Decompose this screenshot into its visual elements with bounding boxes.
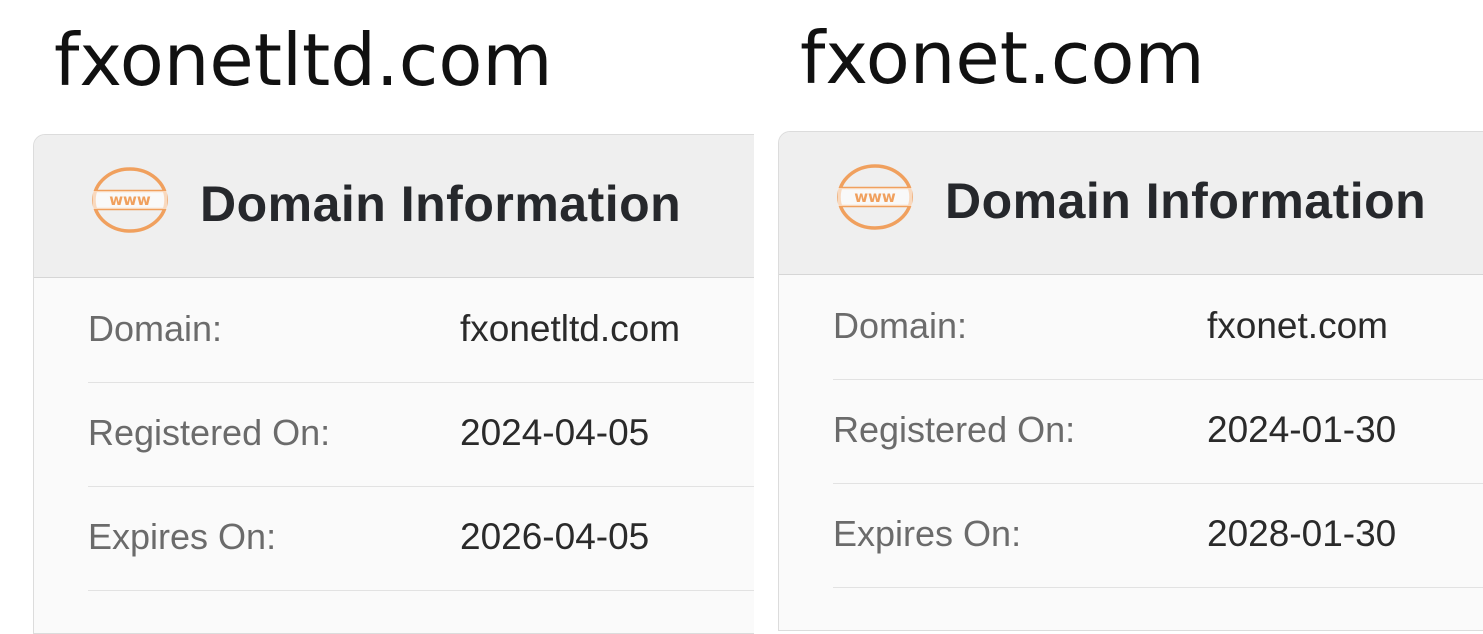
info-row-expires-on: Expires On: 2028-01-30 <box>833 483 1483 588</box>
www-icon: www <box>92 167 168 233</box>
domain-heading-right: fxonet.com <box>800 16 1205 100</box>
row-label: Registered On: <box>88 412 331 453</box>
svg-text:www: www <box>854 188 896 206</box>
row-label: Domain: <box>833 305 968 346</box>
card-title: Domain Information <box>945 173 1427 229</box>
row-value: fxonet.com <box>1207 305 1388 346</box>
info-row-domain: Domain: fxonetltd.com <box>88 278 754 383</box>
row-label: Domain: <box>88 308 223 349</box>
card-header: www Domain Information <box>34 135 754 278</box>
row-value: 2024-04-05 <box>460 412 650 453</box>
info-row-domain: Domain: fxonet.com <box>833 275 1483 380</box>
domain-heading-left: fxonetltd.com <box>54 18 553 102</box>
row-label: Expires On: <box>88 516 277 557</box>
info-row-registered-on: Registered On: 2024-01-30 <box>833 379 1483 484</box>
row-value: 2028-01-30 <box>1207 513 1397 554</box>
info-row-registered-on: Registered On: 2024-04-05 <box>88 382 754 487</box>
row-label: Registered On: <box>833 409 1076 450</box>
card-header: www Domain Information <box>779 132 1483 275</box>
row-value: fxonetltd.com <box>460 308 681 349</box>
svg-text:www: www <box>109 191 151 209</box>
info-row-expires-on: Expires On: 2026-04-05 <box>88 486 754 591</box>
row-value: 2024-01-30 <box>1207 409 1397 450</box>
domain-information-card-right: www Domain Information Domain: fxonet.co… <box>778 131 1483 631</box>
domain-information-card-left: www Domain Information Domain: fxonetltd… <box>33 134 754 634</box>
www-icon: www <box>837 164 913 230</box>
card-title: Domain Information <box>200 176 682 232</box>
row-label: Expires On: <box>833 513 1022 554</box>
row-value: 2026-04-05 <box>460 516 650 557</box>
